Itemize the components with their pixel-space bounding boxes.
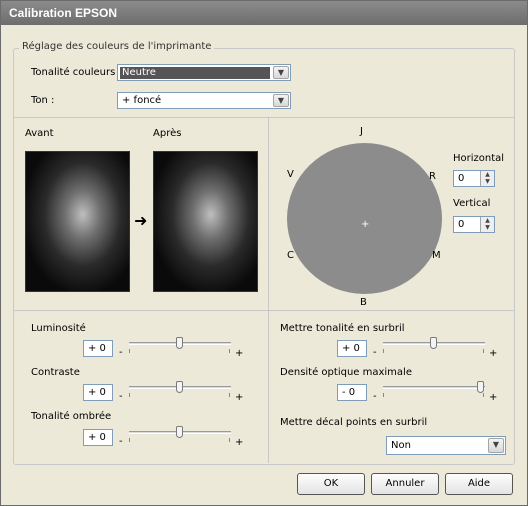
- arrow-right-icon: ➜: [134, 211, 148, 230]
- horizontal-spinner[interactable]: ▲ ▼: [480, 171, 494, 186]
- vertical-spinner[interactable]: ▲ ▼: [480, 217, 494, 232]
- slider-tick: [383, 393, 384, 397]
- divider: [14, 310, 514, 311]
- slider-max-label: +: [235, 392, 244, 403]
- horizontal-label: Horizontal: [453, 153, 505, 164]
- wheel-label-b: B: [360, 297, 367, 308]
- calibration-window: Calibration EPSON Réglage des couleurs d…: [0, 0, 528, 506]
- spin-up-icon[interactable]: ▲: [481, 217, 494, 224]
- slider-min-label: -: [119, 436, 123, 447]
- decal-select[interactable]: Non ▼: [386, 436, 506, 455]
- slider-tick: [229, 393, 230, 397]
- tonalite-ombree-slider-thumb[interactable]: [176, 426, 183, 438]
- chevron-down-icon[interactable]: ▼: [273, 66, 289, 79]
- ton-label: Ton :: [31, 95, 55, 106]
- wheel-center-icon: +: [361, 219, 370, 230]
- ton-select[interactable]: + foncé ▼: [117, 92, 291, 109]
- densite-slider-track[interactable]: [383, 386, 485, 389]
- slider-max-label: +: [489, 348, 498, 359]
- chevron-down-icon[interactable]: ▼: [488, 438, 504, 453]
- mettre-tonalite-label: Mettre tonalité en surbril: [280, 323, 405, 334]
- slider-min-label: -: [373, 391, 377, 402]
- slider-max-label: +: [235, 437, 244, 448]
- before-label: Avant: [25, 128, 54, 139]
- help-button[interactable]: Aide: [445, 473, 513, 495]
- luminosite-slider-thumb[interactable]: [176, 337, 183, 349]
- tonalite-select[interactable]: Neutre ▼: [117, 64, 291, 81]
- slider-min-label: -: [373, 347, 377, 358]
- slider-tick: [229, 438, 230, 442]
- densite-slider-thumb[interactable]: [477, 381, 484, 393]
- horizontal-value: 0: [458, 173, 465, 184]
- luminosite-field[interactable]: + 0: [83, 340, 113, 357]
- slider-tick: [229, 349, 230, 353]
- slider-tick: [129, 349, 130, 353]
- group-legend: Réglage des couleurs de l'imprimante: [19, 41, 215, 52]
- tonalite-value: Neutre: [120, 67, 270, 79]
- wheel-label-r: R: [429, 171, 436, 182]
- slider-tick: [483, 393, 484, 397]
- spin-down-icon[interactable]: ▼: [481, 224, 494, 231]
- horizontal-field[interactable]: 0 ▲ ▼: [453, 170, 495, 187]
- wheel-label-v: V: [287, 169, 294, 180]
- mettre-tonalite-slider-thumb[interactable]: [430, 337, 437, 349]
- spin-down-icon[interactable]: ▼: [481, 178, 494, 185]
- slider-min-label: -: [119, 347, 123, 358]
- slider-tick: [129, 438, 130, 442]
- contraste-label: Contraste: [31, 367, 80, 378]
- slider-tick: [483, 349, 484, 353]
- luminosite-label: Luminosité: [31, 323, 86, 334]
- wheel-label-m: M: [432, 250, 441, 261]
- contraste-field[interactable]: + 0: [83, 384, 113, 401]
- decal-value: Non: [391, 440, 411, 451]
- tonalite-label: Tonalité couleurs :: [31, 67, 122, 78]
- slider-min-label: -: [119, 391, 123, 402]
- after-label: Après: [153, 128, 182, 139]
- densite-label: Densité optique maximale: [280, 367, 412, 378]
- before-preview-image: [25, 151, 130, 292]
- wheel-label-c: C: [287, 250, 294, 261]
- window-title: Calibration EPSON: [9, 6, 118, 20]
- densite-field[interactable]: - 0: [337, 384, 367, 401]
- wheel-label-j: J: [360, 126, 363, 137]
- tonalite-ombree-label: Tonalité ombrée: [31, 411, 112, 422]
- vertical-value: 0: [458, 219, 465, 230]
- cancel-button[interactable]: Annuler: [371, 473, 439, 495]
- slider-max-label: +: [489, 392, 498, 403]
- decal-label: Mettre décal points en surbril: [280, 417, 428, 428]
- chevron-down-icon[interactable]: ▼: [273, 94, 289, 107]
- after-preview-image: [153, 151, 258, 292]
- ok-button[interactable]: OK: [297, 473, 365, 495]
- spin-up-icon[interactable]: ▲: [481, 171, 494, 178]
- divider: [268, 118, 269, 463]
- title-bar: Calibration EPSON: [1, 1, 527, 25]
- vertical-label: Vertical: [453, 198, 491, 209]
- slider-tick: [383, 349, 384, 353]
- divider: [14, 117, 514, 118]
- ton-value: + foncé: [122, 95, 162, 106]
- vertical-field[interactable]: 0 ▲ ▼: [453, 216, 495, 233]
- contraste-slider-thumb[interactable]: [176, 381, 183, 393]
- slider-max-label: +: [235, 348, 244, 359]
- slider-tick: [129, 393, 130, 397]
- mettre-tonalite-field[interactable]: + 0: [337, 340, 367, 357]
- tonalite-ombree-field[interactable]: + 0: [83, 429, 113, 446]
